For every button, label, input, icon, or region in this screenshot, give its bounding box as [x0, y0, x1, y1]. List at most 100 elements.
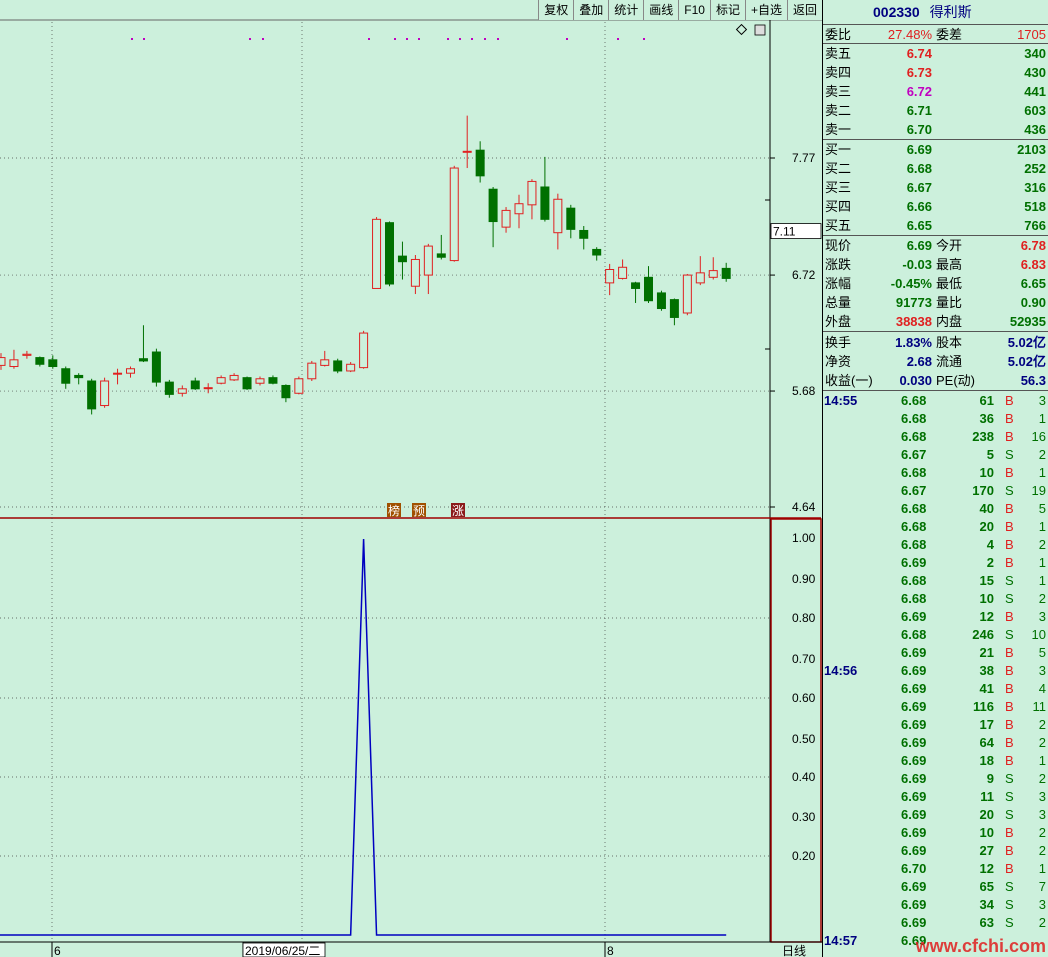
candle-52 [669, 298, 679, 326]
asks-label: 卖五 [825, 46, 852, 61]
tick-side: B [1005, 393, 1014, 408]
tick-price: 6.69 [901, 915, 927, 930]
tick-volume: 20 [979, 519, 994, 534]
tick-side: S [1005, 573, 1014, 588]
tick-side: B [1005, 681, 1014, 696]
quote-value-2: 6.65 [1020, 276, 1046, 291]
tick-side: B [1005, 501, 1014, 516]
candle-body-4 [48, 359, 58, 368]
tick-time: 14:56 [824, 663, 858, 678]
window-toggle-icon[interactable] [754, 24, 766, 36]
tick-side: B [1005, 735, 1014, 750]
candle-body-5 [61, 368, 71, 384]
toolbar-button-3[interactable]: 画线 [643, 0, 678, 20]
bids-label: 买二 [825, 161, 852, 176]
candle-body-18 [229, 374, 239, 381]
quote-label: 涨跌 [825, 257, 852, 272]
tick-price: 6.69 [901, 771, 927, 786]
candle-3 [35, 356, 45, 367]
tick-volume: 61 [979, 393, 994, 408]
tick-volume: 9 [986, 771, 994, 786]
candle-10 [126, 366, 135, 378]
candle-body-43 [553, 198, 563, 234]
tick-side: B [1005, 609, 1014, 624]
tick-price: 6.68 [901, 573, 927, 588]
bids-row-0[interactable]: 买一 6.69 2103 [823, 140, 1048, 159]
quote-row-0: 现价 6.69 今开 6.78 [823, 236, 1048, 255]
weibi-label: 委比 [825, 27, 852, 42]
kline-chart-svg[interactable]: 7.77 6.72 5.68 4.64 7.11 榜预 涨 1.00 0.90 0.80 0.70 0… [0, 0, 822, 957]
candle-27 [346, 362, 356, 373]
tick-side: B [1005, 537, 1014, 552]
tick-volume: 17 [979, 717, 994, 732]
toolbar-button-7[interactable]: 返回 [786, 0, 822, 20]
quote-value: 38838 [895, 314, 932, 329]
kline-chart-area[interactable]: 7.77 6.72 5.68 4.64 7.11 榜预 涨 1.00 0.90 0.80 0.70 0… [0, 0, 822, 957]
fundamental-label: 净资 [825, 354, 852, 369]
tick-side: B [1005, 825, 1014, 840]
toolbar-button-2[interactable]: 统计 [608, 0, 643, 20]
bids-row-3[interactable]: 买四 6.66 518 [823, 197, 1048, 216]
toolbar-button-1[interactable]: 叠加 [573, 0, 608, 20]
fundamental-row-1: 净资 2.68 流通 5.02亿 [823, 352, 1048, 371]
bids-row-4[interactable]: 买五 6.65 766 [823, 216, 1048, 235]
asks-volume: 430 [1024, 65, 1046, 80]
signal-dot-7 [418, 38, 420, 40]
candle-46 [592, 247, 602, 261]
asks-row-4[interactable]: 卖一 6.70 436 [823, 120, 1048, 139]
weibi-value: 27.48% [887, 27, 932, 42]
asks-row-1[interactable]: 卖四 6.73 430 [823, 63, 1048, 82]
candle-body-12 [151, 351, 161, 383]
bids-price: 6.65 [906, 218, 932, 233]
bids-label: 买一 [825, 142, 852, 157]
tick-side: B [1005, 753, 1014, 768]
fundamental-label: 收益(一) [825, 373, 873, 388]
tick-price: 6.69 [901, 789, 927, 804]
tick-price: 6.68 [901, 537, 927, 552]
toolbar-button-5[interactable]: 标记 [709, 0, 745, 20]
candle-17 [216, 375, 226, 385]
tick-row: 6.69 10 B 2 [823, 824, 1048, 842]
toolbar-button-6[interactable]: +自选 [744, 0, 787, 20]
candle-body-41 [527, 180, 537, 206]
bids-row-2[interactable]: 买三 6.67 316 [823, 178, 1048, 197]
candle-48 [618, 259, 628, 280]
indicator-line [0, 538, 727, 936]
weicha-value: 1705 [1017, 27, 1046, 42]
candle-25 [320, 350, 330, 367]
candle-body-2 [22, 353, 32, 356]
indicator-axis-label-1: 0.90 [792, 572, 816, 586]
candle-body-25 [320, 359, 330, 366]
tick-price: 6.69 [901, 843, 927, 858]
tick-list[interactable]: 14:55 6.68 61 B 3 6.68 36 B 1 6.68 238 B 16 6.67 5 S 2 6.… [823, 390, 1048, 950]
event-marker-1: 预 [413, 504, 425, 518]
tick-row: 6.68 10 S 2 [823, 590, 1048, 608]
tick-volume: 2 [986, 555, 994, 570]
asks-row-2[interactable]: 卖三 6.72 441 [823, 82, 1048, 101]
tick-row: 6.69 64 B 2 [823, 734, 1048, 752]
asks-volume: 441 [1024, 84, 1046, 99]
tick-volume: 20 [979, 807, 994, 822]
tick-volume: 5 [986, 447, 994, 462]
asks-row-3[interactable]: 卖二 6.71 603 [823, 101, 1048, 120]
candle-body-19 [242, 377, 252, 390]
fundamental-value: 2.68 [906, 354, 932, 369]
tick-count: 1 [1038, 573, 1046, 588]
asks-row-0[interactable]: 卖五 6.74 340 [823, 44, 1048, 63]
quote-summary: 现价 6.69 今开 6.78 涨跌 -0.03 最高 6.83 涨幅 -0.45% 最低 6.65 总… [823, 235, 1048, 331]
toolbar-button-0[interactable]: 复权 [538, 0, 573, 20]
tick-volume: 4 [986, 537, 994, 552]
signal-dot-13 [566, 38, 568, 40]
fundamental-value-2: 5.02亿 [1007, 335, 1046, 350]
diamond-icon[interactable] [735, 23, 748, 36]
tick-side: B [1005, 699, 1014, 714]
quote-label: 外盘 [825, 314, 852, 329]
tick-count: 19 [1031, 483, 1046, 498]
fundamentals: 换手 1.83% 股本 5.02亿 净资 2.68 流通 5.02亿 收益(一) 0.030 PE(… [823, 331, 1048, 390]
tick-count: 3 [1038, 807, 1046, 822]
candle-body-0 [0, 357, 6, 366]
bids-row-1[interactable]: 买二 6.68 252 [823, 159, 1048, 178]
stock-title[interactable]: 002330 得利斯 [823, 0, 1048, 24]
toolbar-button-4[interactable]: F10 [678, 0, 710, 20]
tick-price: 6.69 [901, 699, 927, 714]
